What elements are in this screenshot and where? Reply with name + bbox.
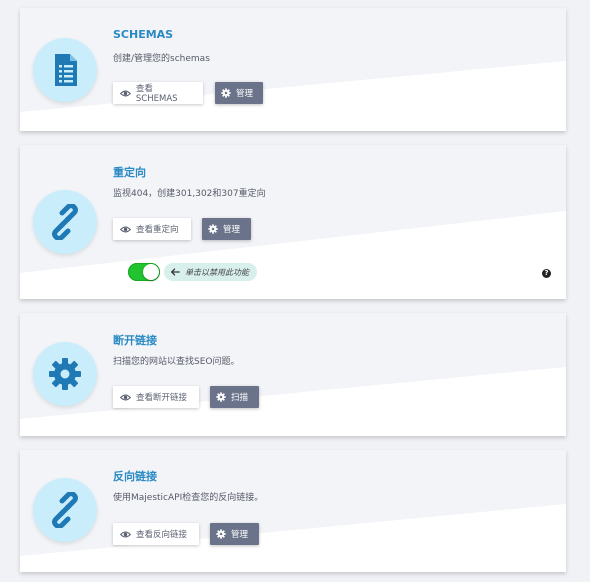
button-label: 管理 (223, 225, 241, 235)
manage-backlinks-button[interactable]: 管理 (210, 523, 259, 545)
backlinks-card: 反向链接 使用MajesticAPI检查您的反向链接。 查看反向链接 管理 (20, 450, 566, 572)
view-broken-links-button[interactable]: 查看断开链接 (113, 386, 199, 408)
eye-icon (120, 90, 131, 96)
toggle-knob (143, 264, 159, 280)
gear-icon (208, 224, 218, 234)
broken-links-card: 断开链接 扫描您的网站以查找SEO问题。 查看断开链接 扫描 (20, 313, 566, 436)
redirects-card: 重定向 监视404，创建301,302和307重定向 查看重定向 管理 单击以禁… (20, 145, 566, 299)
backlinks-icon-circle (33, 478, 97, 542)
link-icon (52, 492, 78, 528)
card-title: 断开链接 (113, 334, 157, 347)
button-label: 查看SCHEMAS (135, 84, 178, 104)
gear-icon (216, 529, 226, 539)
redirects-toggle[interactable] (128, 263, 160, 281)
document-list-icon (55, 54, 77, 86)
gear-icon (221, 88, 231, 98)
gear-icon (49, 358, 81, 390)
manage-redirects-button[interactable]: 管理 (202, 218, 251, 240)
schemas-icon-circle (33, 38, 97, 102)
schemas-card: SCHEMAS 创建/管理您的schemas 查看SCHEMAS 管理 (20, 8, 566, 131)
card-title: SCHEMAS (113, 28, 174, 41)
button-label: 管理 (236, 89, 254, 99)
card-description: 创建/管理您的schemas (113, 54, 210, 64)
view-backlinks-button[interactable]: 查看反向链接 (113, 523, 199, 545)
eye-icon (120, 226, 131, 232)
button-label: 管理 (231, 530, 249, 540)
button-label: 查看重定向 (136, 225, 179, 235)
view-schemas-button[interactable]: 查看SCHEMAS (113, 82, 203, 104)
arrow-left-icon (171, 268, 180, 276)
help-icon[interactable]: ? (542, 269, 551, 278)
card-title: 反向链接 (113, 470, 157, 483)
button-label: 查看断开链接 (136, 393, 188, 403)
hint-label: 单击以禁用此功能 (185, 267, 249, 277)
toggle-hint: 单击以禁用此功能 (164, 263, 257, 281)
gear-icon (216, 392, 226, 402)
button-label: 扫描 (231, 393, 249, 403)
manage-schemas-button[interactable]: 管理 (215, 82, 263, 104)
eye-icon (120, 394, 131, 400)
view-redirects-button[interactable]: 查看重定向 (113, 218, 191, 240)
broken-links-icon-circle (33, 342, 97, 406)
card-description: 监视404，创建301,302和307重定向 (113, 189, 266, 199)
scan-button[interactable]: 扫描 (210, 386, 259, 408)
button-label: 查看反向链接 (136, 530, 188, 540)
card-description: 扫描您的网站以查找SEO问题。 (113, 357, 240, 367)
link-icon (52, 204, 78, 240)
card-title: 重定向 (113, 166, 146, 179)
card-description: 使用MajesticAPI检查您的反向链接。 (113, 493, 264, 503)
redirects-icon-circle (33, 190, 97, 254)
eye-icon (120, 531, 131, 537)
